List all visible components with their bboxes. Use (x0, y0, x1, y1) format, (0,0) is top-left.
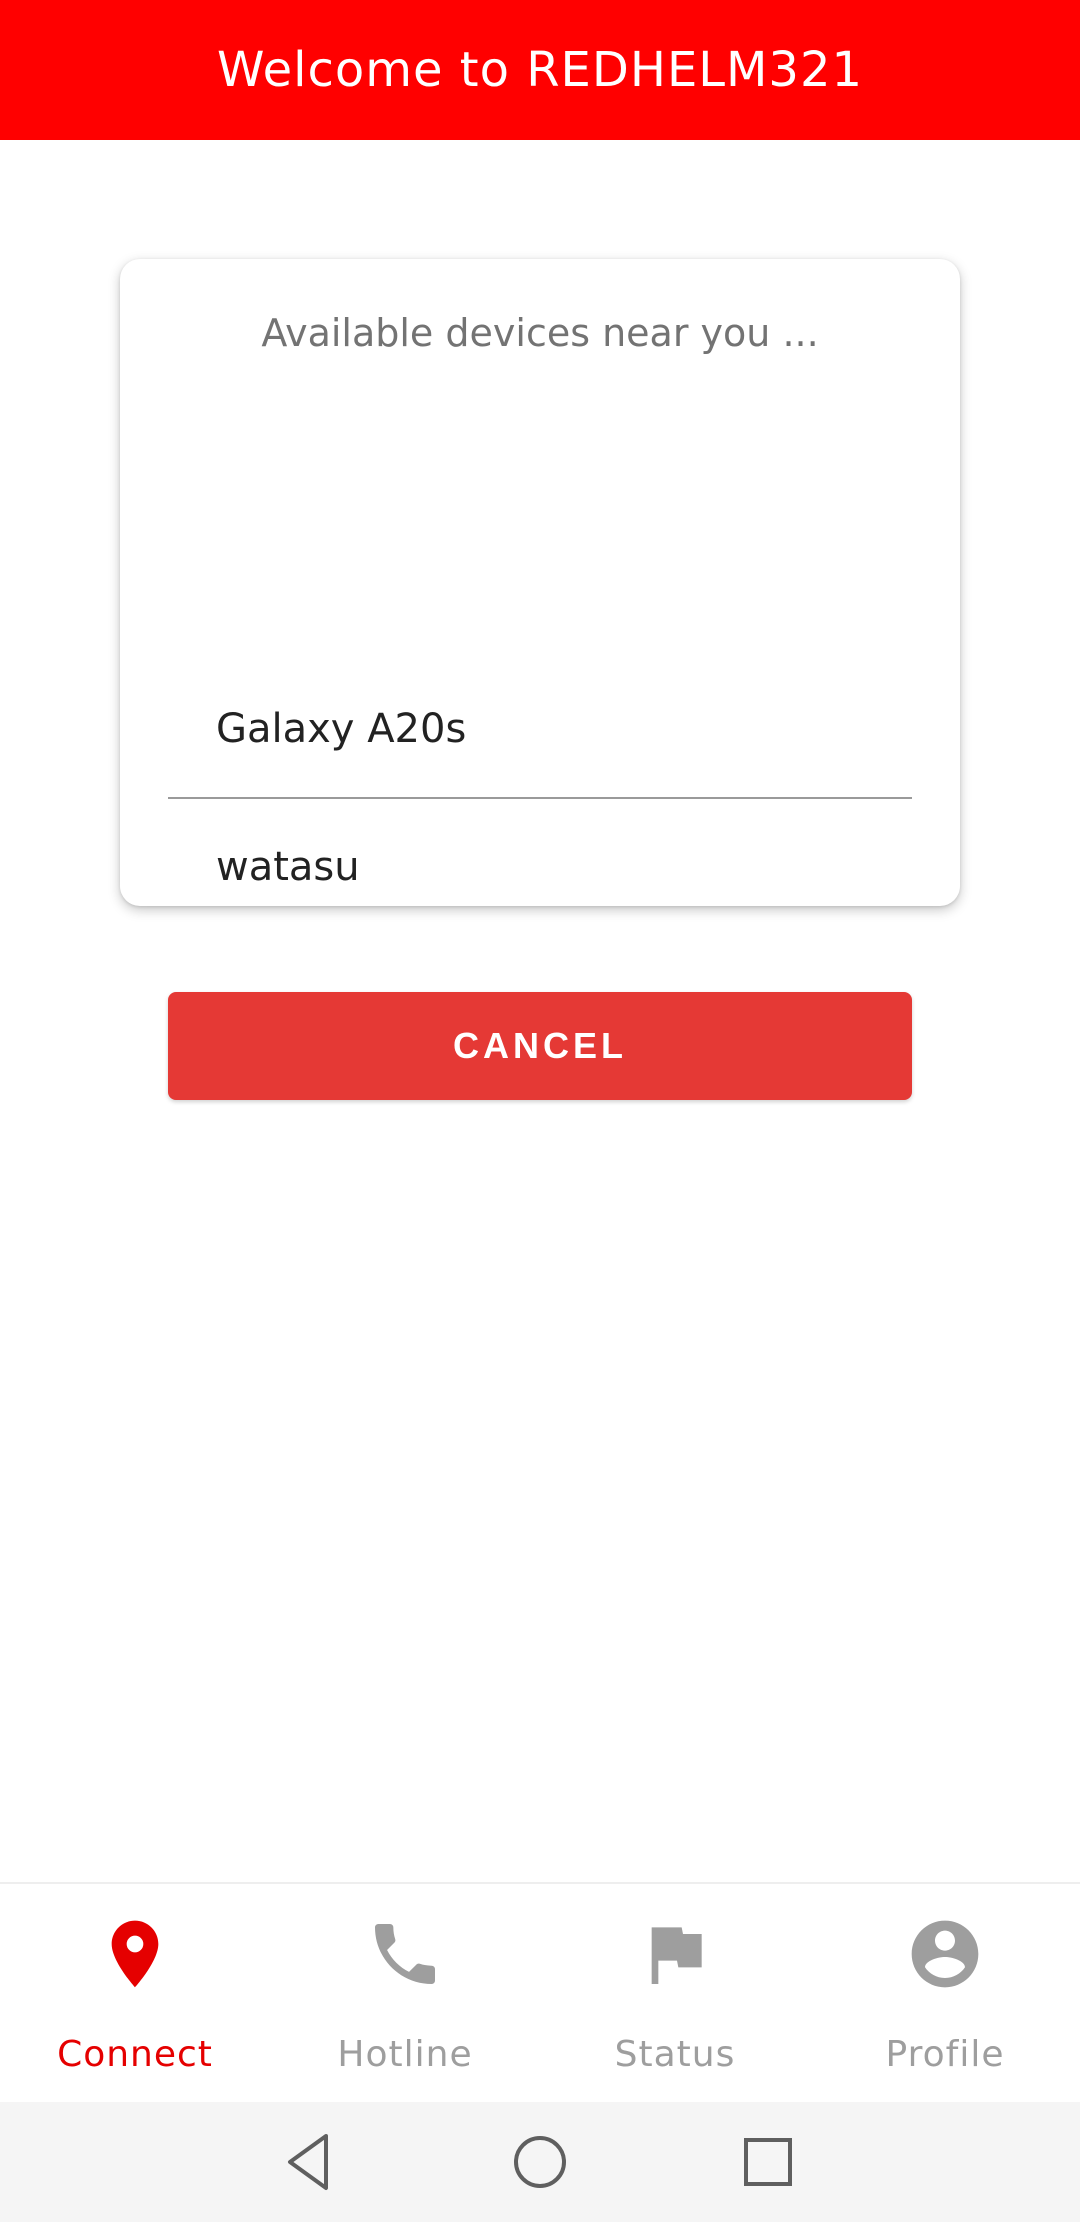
nav-item-hotline[interactable]: Hotline (270, 1884, 540, 2104)
nav-label: Profile (885, 2034, 1005, 2075)
device-name: Galaxy A20s (216, 706, 467, 752)
device-name: watasu (216, 844, 360, 890)
device-item[interactable]: watasu (168, 801, 912, 933)
list-divider (168, 797, 912, 799)
flag-icon (651, 1927, 702, 1984)
device-picker-dialog: Available devices near you ... Galaxy A2… (120, 259, 960, 1100)
recents-icon[interactable] (728, 2122, 808, 2202)
phone-icon (375, 1924, 435, 1984)
nav-label: Status (614, 2034, 736, 2075)
home-icon[interactable] (500, 2122, 580, 2202)
page-title: Welcome to REDHELM321 (216, 42, 864, 98)
app-header: Welcome to REDHELM321 (0, 0, 1080, 140)
back-icon[interactable] (270, 2122, 350, 2202)
map-pin-icon (111, 1920, 159, 1988)
system-navigation-bar (0, 2102, 1080, 2222)
nav-item-profile[interactable]: Profile (810, 1884, 1080, 2104)
cancel-button[interactable]: CANCEL (168, 992, 912, 1100)
nav-item-status[interactable]: Status (540, 1884, 810, 2104)
dialog-title: Available devices near you ... (261, 311, 819, 355)
bottom-navigation: Connect Hotline Status Profile (0, 1882, 1080, 2102)
nav-item-connect[interactable]: Connect (0, 1884, 270, 2104)
device-item[interactable]: Galaxy A20s (168, 663, 912, 795)
account-circle-icon (911, 1920, 979, 1988)
nav-label: Connect (57, 2034, 213, 2075)
nav-label: Hotline (337, 2034, 473, 2075)
app-root: Welcome to REDHELM321 Available devices … (0, 0, 1080, 2222)
